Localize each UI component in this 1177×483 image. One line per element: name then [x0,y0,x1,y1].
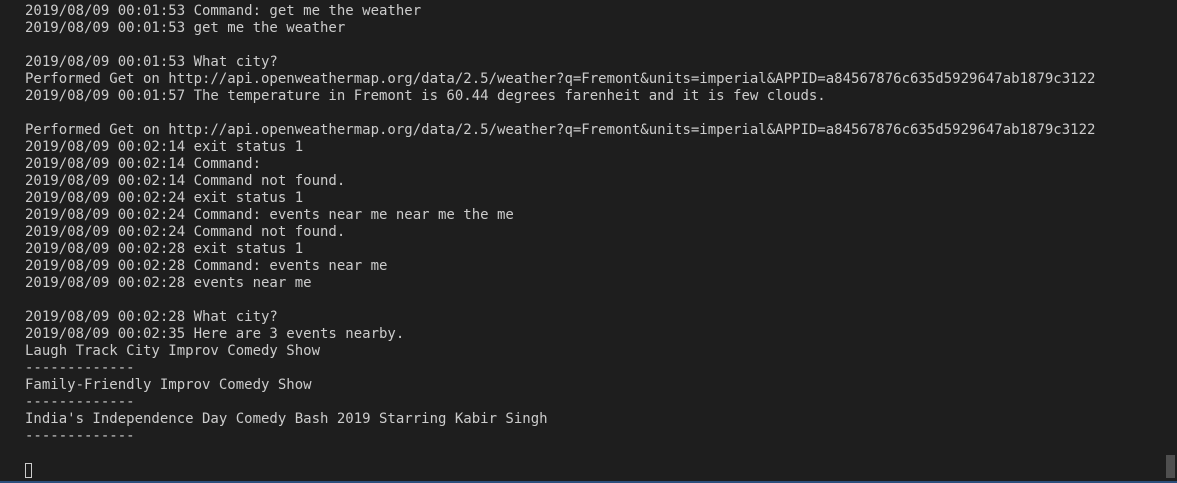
terminal-line: 2019/08/09 00:02:24 exit status 1 [25,190,304,206]
terminal-panel[interactable]: 2019/08/09 00:01:53 Command: get me the … [0,0,1177,483]
terminal-line: 2019/08/09 00:02:14 exit status 1 [25,139,304,155]
terminal-line: 2019/08/09 00:01:53 Command: get me the … [25,3,422,19]
terminal-output: 2019/08/09 00:01:53 Command: get me the … [25,3,1161,445]
terminal-line: 2019/08/09 00:01:53 What city? [25,54,278,70]
terminal-line: Performed Get on http://api.openweatherm… [25,71,1096,87]
block-cursor-icon [25,462,32,478]
terminal-line: India's Independence Day Comedy Bash 201… [25,411,548,427]
terminal-line: 2019/08/09 00:01:53 get me the weather [25,20,346,36]
terminal-line: Performed Get on http://api.openweatherm… [25,122,1096,138]
terminal-line: 2019/08/09 00:02:24 Command: events near… [25,207,514,223]
terminal-line: ------------- [25,394,135,410]
terminal-line: 2019/08/09 00:02:24 Command not found. [25,224,346,240]
terminal-line: 2019/08/09 00:02:28 What city? [25,309,278,325]
terminal-line: 2019/08/09 00:02:35 Here are 3 events ne… [25,326,405,342]
terminal-line: ------------- [25,428,135,444]
terminal-line: Laugh Track City Improv Comedy Show [25,343,321,359]
scrollbar-thumb[interactable] [1166,455,1175,478]
terminal-line: 2019/08/09 00:02:28 Command: events near… [25,258,388,274]
terminal-line: 2019/08/09 00:02:14 Command not found. [25,173,346,189]
terminal-line: 2019/08/09 00:02:28 events near me [25,275,312,291]
terminal-line: ------------- [25,360,135,376]
terminal-line: 2019/08/09 00:01:57 The temperature in F… [25,88,826,104]
scrollbar-track[interactable] [1165,0,1177,481]
terminal-line: 2019/08/09 00:02:28 exit status 1 [25,241,304,257]
terminal-input-line[interactable] [25,461,32,479]
terminal-line: 2019/08/09 00:02:14 Command: [25,156,262,172]
terminal-line: Family-Friendly Improv Comedy Show [25,377,312,393]
